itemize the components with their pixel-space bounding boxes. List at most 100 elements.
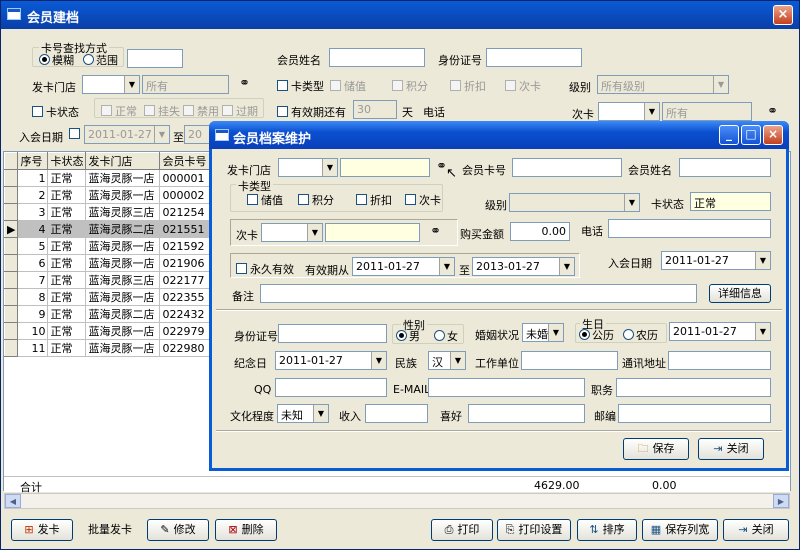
dlg-job-input[interactable]	[616, 378, 771, 397]
cell-no: 4	[17, 220, 49, 238]
dialog-titlebar[interactable]: 会员档案维护 _ □ ×	[209, 121, 789, 149]
dialog-minimize-button[interactable]: _	[719, 125, 739, 145]
valid-days-checkbox[interactable]: 有效期还有	[277, 104, 346, 120]
dlg-save-button[interactable]: 🗀 保存	[623, 438, 689, 460]
dlg-work-input[interactable]	[521, 351, 618, 370]
status-lost-checkbox[interactable]: 挂失	[144, 103, 180, 119]
dlg-times-card-value[interactable]	[325, 223, 420, 242]
card-type-times-checkbox[interactable]: 次卡	[505, 78, 541, 94]
dlg-times-card-binoculars-icon[interactable]: ⚭	[425, 225, 443, 239]
cell-card: 000002	[159, 186, 213, 204]
dlg-close-button[interactable]: ⇥ 关闭	[698, 438, 764, 460]
card-type-discount-checkbox[interactable]: 折扣	[450, 78, 486, 94]
dlg-remark-label: 备注	[232, 290, 254, 303]
dlg-remark-input[interactable]	[260, 284, 697, 303]
dlg-phone-input[interactable]	[608, 219, 771, 238]
edit-button[interactable]: ✎ 修改	[147, 519, 209, 541]
dlg-education-select[interactable]: 未知 ▼	[277, 404, 329, 423]
col-header-no[interactable]: 序号	[17, 152, 49, 170]
save-column-width-button[interactable]: ▦ 保存列宽	[642, 519, 718, 541]
row-indicator	[4, 288, 19, 306]
dlg-card-type-points-checkbox[interactable]: 积分	[298, 192, 334, 208]
valid-days-input[interactable]: 30	[353, 100, 397, 119]
col-header-status[interactable]: 卡状态	[47, 152, 87, 170]
cell-status: 正常	[47, 305, 87, 323]
dlg-card-type-times-checkbox[interactable]: 次卡	[405, 192, 441, 208]
status-normal-checkbox[interactable]: 正常	[101, 103, 137, 119]
card-status-checkbox[interactable]: 卡状态	[32, 104, 79, 120]
folder-icon: 🗀	[637, 442, 649, 455]
cell-status: 正常	[47, 220, 87, 238]
join-date-checkbox[interactable]	[69, 128, 83, 141]
join-date-from-select[interactable]: 2011-01-27 ▼	[84, 125, 170, 144]
dlg-hobby-input[interactable]	[468, 404, 585, 423]
dlg-member-name-input[interactable]	[679, 158, 771, 177]
dlg-valid-from-select[interactable]: 2011-01-27 ▼	[352, 257, 455, 276]
issue-store-value: 所有	[142, 75, 229, 94]
dlg-issue-store-select[interactable]: ▼	[278, 158, 338, 177]
printer-icon: ⎙	[444, 523, 454, 536]
sort-button[interactable]: ⇅ 排序	[577, 519, 637, 541]
dlg-email-input[interactable]	[428, 378, 585, 397]
dlg-details-button[interactable]: 详细信息	[709, 284, 771, 303]
delete-button[interactable]: ⊠ 删除	[215, 519, 277, 541]
level-select[interactable]: 所有级别 ▼	[597, 75, 729, 94]
status-expired-checkbox[interactable]: 过期	[222, 103, 258, 119]
dlg-card-type-discount-checkbox[interactable]: 折扣	[356, 192, 392, 208]
dlg-join-date-select[interactable]: 2011-01-27 ▼	[661, 251, 771, 270]
dialog-maximize-button[interactable]: □	[741, 125, 761, 145]
times-card-binoculars-icon[interactable]: ⚭	[762, 105, 780, 119]
dlg-zip-input[interactable]	[618, 404, 771, 423]
batch-issue-button[interactable]: 批量发卡	[79, 519, 141, 541]
card-no-input[interactable]	[127, 49, 183, 68]
dlg-solar-radio[interactable]: 公历	[579, 327, 614, 343]
level-label: 级别	[569, 81, 591, 94]
cell-card: 022432	[159, 305, 213, 323]
card-type-points-checkbox[interactable]: 积分	[392, 78, 428, 94]
dialog-close-button[interactable]: ×	[763, 125, 783, 145]
member-name-input[interactable]	[329, 48, 425, 67]
issue-card-button[interactable]: ⊞ 发卡	[11, 519, 73, 541]
dlg-issue-store-value[interactable]	[340, 158, 430, 177]
dlg-card-no-input[interactable]	[512, 158, 622, 177]
id-number-input[interactable]	[486, 48, 582, 67]
row-indicator	[4, 186, 19, 204]
scroll-left-icon[interactable]: ◀	[5, 494, 21, 508]
mode-fuzzy-radio[interactable]: 模糊	[39, 52, 74, 68]
main-close-button[interactable]: ×	[773, 5, 793, 25]
times-card-select[interactable]: ▼	[598, 102, 660, 121]
grid-horizontal-scrollbar[interactable]: ◀ ▶	[4, 493, 790, 509]
print-button[interactable]: ⎙ 打印	[431, 519, 493, 541]
main-close-toolbar-button[interactable]: ⇥ 关闭	[723, 519, 789, 541]
card-type-checkbox[interactable]: 卡类型	[277, 78, 324, 94]
dlg-lunar-radio[interactable]: 农历	[623, 327, 658, 343]
dlg-memorial-select[interactable]: 2011-01-27 ▼	[275, 351, 387, 370]
dlg-marital-select[interactable]: 未婚 ▼	[522, 323, 564, 342]
dlg-address-input[interactable]	[668, 351, 771, 370]
scroll-right-icon[interactable]: ▶	[773, 494, 789, 508]
dlg-id-input[interactable]	[278, 324, 387, 343]
mode-range-radio[interactable]: 范围	[83, 52, 118, 68]
main-titlebar[interactable]: 会员建档 ×	[1, 1, 799, 29]
binoculars-icon[interactable]: ⚭	[234, 77, 252, 91]
dlg-permanent-checkbox[interactable]: 永久有效	[236, 261, 294, 277]
dlg-qq-input[interactable]	[275, 378, 387, 397]
card-type-stored-checkbox[interactable]: 储值	[330, 78, 366, 94]
dlg-ethnic-select[interactable]: 汉 ▼	[428, 351, 466, 370]
dlg-times-card-select[interactable]: ▼	[261, 223, 323, 242]
dlg-income-input[interactable]	[365, 404, 428, 423]
dlg-level-select[interactable]: ▼	[509, 193, 640, 212]
dlg-valid-to-select[interactable]: 2013-01-27 ▼	[472, 257, 575, 276]
dlg-purchase-input[interactable]: 0.00	[510, 222, 570, 241]
dlg-card-type-stored-checkbox[interactable]: 储值	[247, 192, 283, 208]
col-header-card[interactable]: 会员卡号	[159, 152, 213, 170]
status-disabled-checkbox[interactable]: 禁用	[183, 103, 219, 119]
dlg-male-radio[interactable]: 男	[396, 328, 420, 344]
issue-store-select[interactable]: ▼	[82, 75, 140, 94]
dlg-birthday-select[interactable]: 2011-01-27 ▼	[669, 322, 771, 341]
print-setup-button[interactable]: ⎘ 打印设置	[497, 519, 571, 541]
cell-store: 蓝海灵豚一店	[85, 288, 161, 306]
col-header-store[interactable]: 发卡门店	[85, 152, 161, 170]
dlg-female-radio[interactable]: 女	[434, 328, 458, 344]
dlg-ethnic-label: 民族	[395, 357, 417, 370]
